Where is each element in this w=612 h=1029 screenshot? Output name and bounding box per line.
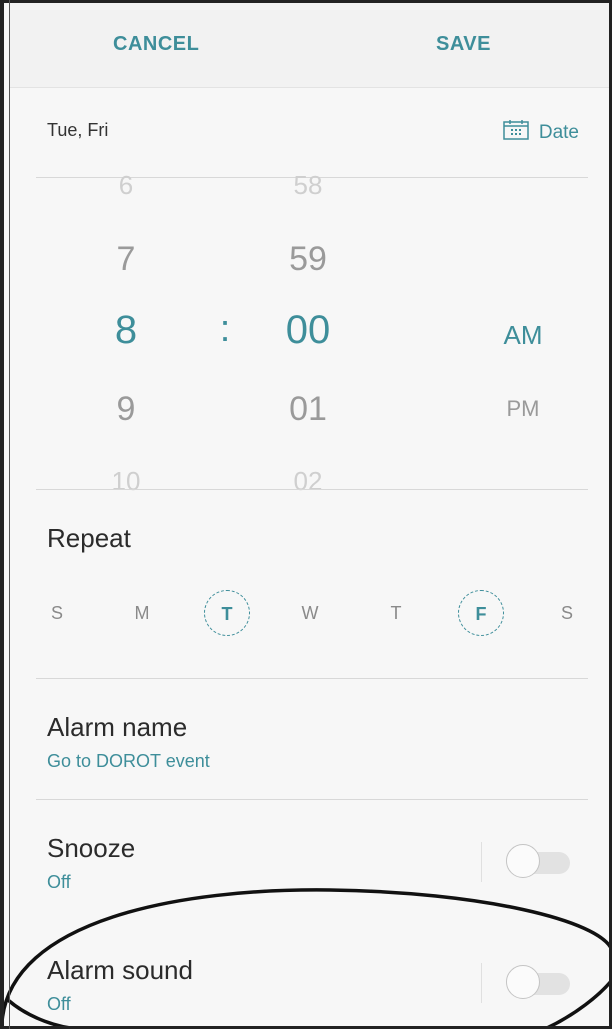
- alarm-name-value: Go to DOROT event: [47, 751, 210, 771]
- divider: [36, 799, 588, 800]
- date-label: Date: [538, 122, 579, 143]
- save-button[interactable]: SAVE: [436, 33, 491, 56]
- ampm-selected[interactable]: AM: [473, 320, 573, 351]
- hour-option[interactable]: 7: [76, 240, 176, 279]
- divider: [36, 678, 588, 679]
- alarm-sound-title: Alarm sound: [47, 955, 193, 985]
- day-toggle-friday[interactable]: F: [458, 590, 504, 636]
- time-picker: 6 7 8 9 10 : 58 59 00 01 02 AM PM: [10, 170, 609, 496]
- hour-option[interactable]: 6: [76, 170, 176, 201]
- minute-option[interactable]: 58: [258, 170, 358, 201]
- minute-option[interactable]: 02: [258, 466, 358, 497]
- alarm-name-title: Alarm name: [47, 712, 188, 742]
- calendar-icon: [503, 120, 529, 146]
- action-bar: CANCEL SAVE: [10, 3, 609, 88]
- toggle-divider: [481, 842, 482, 882]
- minute-option[interactable]: 59: [258, 240, 358, 279]
- repeat-title: Repeat: [47, 523, 131, 553]
- day-toggle-monday[interactable]: M: [119, 590, 165, 636]
- day-toggle-sunday[interactable]: S: [34, 590, 80, 636]
- repeat-day-selector: S M T W T F S: [22, 590, 604, 638]
- hour-option[interactable]: 9: [76, 390, 176, 429]
- hour-selected[interactable]: 8: [76, 308, 176, 353]
- day-toggle-thursday[interactable]: T: [373, 590, 419, 636]
- toggle-knob: [506, 965, 540, 999]
- day-toggle-saturday[interactable]: S: [544, 590, 590, 636]
- snooze-status: Off: [47, 872, 71, 892]
- time-separator: :: [219, 308, 231, 350]
- day-toggle-wednesday[interactable]: W: [287, 590, 333, 636]
- alarm-sound-status: Off: [47, 994, 71, 1014]
- divider: [36, 489, 588, 490]
- hour-option[interactable]: 10: [76, 466, 176, 497]
- snooze-title: Snooze: [47, 833, 136, 863]
- minute-option[interactable]: 01: [258, 390, 358, 429]
- ampm-option[interactable]: PM: [473, 396, 573, 422]
- date-button[interactable]: Date: [503, 120, 579, 146]
- frame-edge-line: [9, 0, 10, 1029]
- snooze-toggle[interactable]: [506, 842, 572, 882]
- toggle-knob: [506, 844, 540, 878]
- day-toggle-tuesday[interactable]: T: [204, 590, 250, 636]
- alarm-sound-toggle[interactable]: [506, 963, 572, 1003]
- date-row: Tue, Fri Date: [47, 120, 579, 144]
- toggle-divider: [481, 963, 482, 1003]
- cancel-button[interactable]: CANCEL: [113, 33, 199, 56]
- repeat-days-summary: Tue, Fri: [47, 120, 109, 140]
- minute-selected[interactable]: 00: [258, 308, 358, 353]
